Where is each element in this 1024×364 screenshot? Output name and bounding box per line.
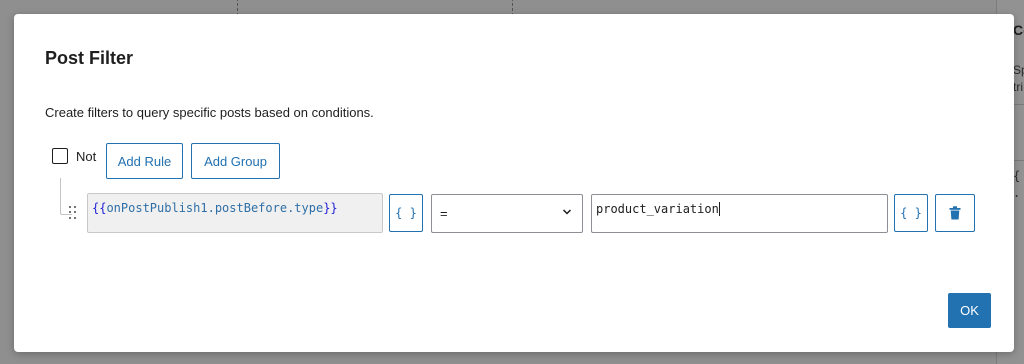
sidebar-code: {. <box>1013 169 1021 200</box>
chevron-down-icon <box>562 209 572 215</box>
add-group-button[interactable]: Add Group <box>191 143 280 179</box>
modal-description: Create filters to query specific posts b… <box>45 105 374 120</box>
insert-variable-button[interactable]: { } <box>389 194 423 232</box>
add-rule-button[interactable]: Add Rule <box>106 143 183 179</box>
post-filter-modal: Post Filter Create filters to query spec… <box>14 14 1014 352</box>
rule-value-input[interactable]: product_variation <box>591 194 888 233</box>
value-insert-variable-button[interactable]: { } <box>894 194 928 232</box>
sidebar-title: Co <box>1013 22 1024 38</box>
rule-field-value: {{onPostPublish1.postBefore.type}} <box>92 201 338 215</box>
ok-button[interactable]: OK <box>948 293 991 328</box>
rule-value-text: product_variation <box>596 202 720 216</box>
sidebar-text: Sptri <box>1013 63 1024 94</box>
modal-title: Post Filter <box>45 48 134 68</box>
drag-handle-icon[interactable] <box>69 206 77 220</box>
rule-field-input[interactable]: {{onPostPublish1.postBefore.type}} <box>87 193 383 233</box>
not-label: Not <box>76 149 97 164</box>
trash-icon <box>949 206 961 220</box>
not-checkbox[interactable] <box>52 148 68 164</box>
delete-rule-button[interactable] <box>935 194 975 232</box>
operator-selected-value: = <box>440 206 448 221</box>
operator-select[interactable]: = <box>431 194 583 233</box>
